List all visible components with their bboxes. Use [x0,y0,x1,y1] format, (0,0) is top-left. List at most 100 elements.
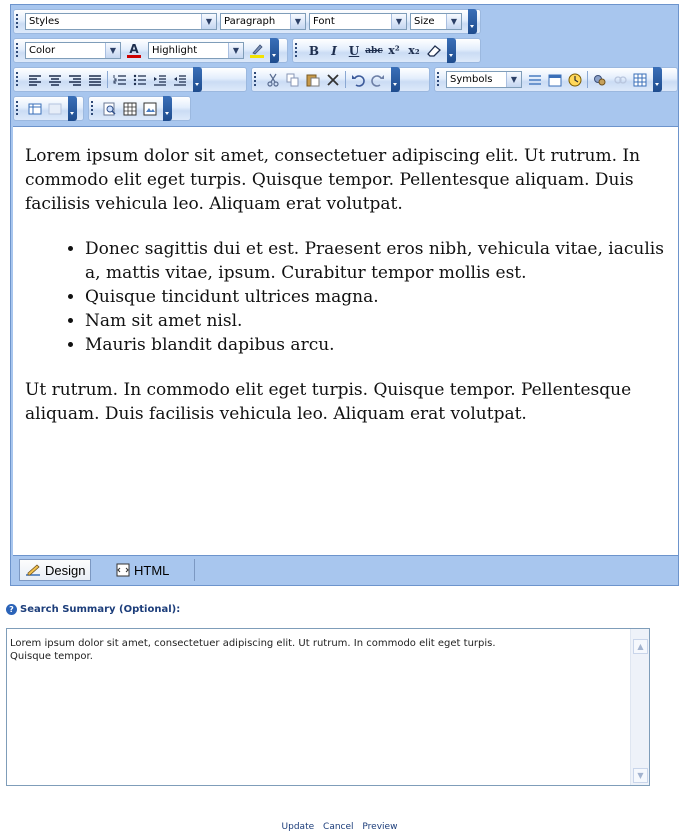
toolbar-grip[interactable] [89,97,96,120]
outdent-icon [174,74,186,86]
update-link[interactable]: Update [282,822,315,832]
undo-button[interactable] [348,70,368,90]
toolbar-options-icon[interactable] [468,9,477,34]
subscript-button[interactable]: x₂ [404,41,424,61]
search-summary-textarea[interactable]: Lorem ipsum dolor sit amet, consectetuer… [6,628,650,786]
styles-dropdown[interactable]: Styles ▼ [25,13,217,30]
toolbar-options-icon[interactable] [68,96,77,121]
toolbar-grip[interactable] [293,39,300,62]
html-page-icon [116,563,130,577]
form-actions: Update Cancel Preview [0,822,679,832]
toolbar-options-icon[interactable] [193,67,202,92]
highlight-swatch [250,55,264,58]
underline-button[interactable]: U [344,41,364,61]
size-dropdown[interactable]: Size ▼ [410,13,462,30]
superscript-button[interactable]: x² [384,41,404,61]
toolbar-grip[interactable] [14,10,21,33]
list-item: Quisque tincidunt ultrices magna. [85,285,666,309]
highlight-button[interactable] [247,41,267,61]
color-dropdown[interactable]: Color ▼ [25,42,121,59]
scroll-up-arrow-icon[interactable]: ▲ [633,639,648,654]
horizontal-rule-button[interactable] [525,70,545,90]
indent-button[interactable] [150,70,170,90]
scissors-icon [267,73,279,87]
search-summary-text[interactable]: Lorem ipsum dolor sit amet, consectetuer… [7,629,629,785]
image-button[interactable] [140,99,160,119]
preview-link[interactable]: Preview [362,822,397,832]
redo-button[interactable] [368,70,388,90]
link-icon [594,74,606,85]
styles-dropdown-label: Styles [29,16,60,27]
font-color-letter: A [129,42,139,56]
align-left-button[interactable] [25,70,45,90]
toolbar-options-icon[interactable] [391,67,400,92]
color-dropdown-label: Color [29,45,56,56]
cell-properties-button[interactable] [45,99,65,119]
cancel-link[interactable]: Cancel [323,822,354,832]
font-color-button[interactable]: A [124,41,144,61]
insert-table-button[interactable] [630,70,650,90]
chevron-down-icon: ▼ [201,14,216,29]
toolbar-strip-tools [88,96,191,121]
form-button[interactable] [120,99,140,119]
delete-button[interactable] [323,70,343,90]
paragraph-dropdown[interactable]: Paragraph ▼ [220,13,306,30]
summary-scrollbar[interactable]: ▲ ▼ [630,629,649,785]
symbols-dropdown[interactable]: Symbols ▼ [446,71,522,88]
tab-design[interactable]: Design [19,559,92,581]
magnifier-page-icon [103,102,116,115]
toolbar-options-icon[interactable] [270,38,279,63]
toolbar-grip[interactable] [14,39,21,62]
justify-button[interactable] [85,70,105,90]
tab-divider [194,559,195,581]
italic-button[interactable]: I [324,41,344,61]
font-dropdown[interactable]: Font ▼ [309,13,407,30]
scroll-down-arrow-icon[interactable]: ▼ [633,768,648,783]
outdent-button[interactable] [170,70,190,90]
highlight-dropdown[interactable]: Highlight ▼ [148,42,244,59]
clear-format-button[interactable] [424,41,444,61]
paste-button[interactable] [303,70,323,90]
toolbar-options-icon[interactable] [447,38,456,63]
copy-button[interactable] [283,70,303,90]
toolbar-grip[interactable] [14,97,21,120]
remove-link-button[interactable] [610,70,630,90]
editor-content-area[interactable]: Lorem ipsum dolor sit amet, consectetuer… [13,126,678,556]
toolbar-options-icon[interactable] [653,67,662,92]
toolbar-strip-clipboard [251,67,430,92]
cut-button[interactable] [263,70,283,90]
hyperlink-button[interactable] [590,70,610,90]
toolbar-separator [345,71,346,88]
insert-date-button[interactable] [545,70,565,90]
align-right-button[interactable] [65,70,85,90]
help-icon[interactable]: ? [6,604,17,615]
bulleted-list-button[interactable] [130,70,150,90]
highlighter-icon [252,44,263,55]
toolbar-strip-text-style: B I U abc x² x₂ [292,38,481,63]
design-pencil-icon [25,563,41,577]
toolbar-options-icon[interactable] [163,96,172,121]
insert-time-button[interactable] [565,70,585,90]
numbered-list-button[interactable] [110,70,130,90]
bold-button[interactable]: B [304,41,324,61]
toolbar-strip-table [13,96,84,121]
toolbar-grip[interactable] [252,68,259,91]
align-center-button[interactable] [45,70,65,90]
list-item: Donec sagittis dui et est. Praesent eros… [85,237,666,285]
strikethrough-button[interactable]: abc [364,41,384,61]
toolbar-strip-colors: Color ▼ A Highlight ▼ [13,38,288,63]
form-icon [123,102,137,115]
toolbar-grip[interactable] [435,68,442,91]
preview-button[interactable] [100,99,120,119]
chevron-down-icon: ▼ [290,14,305,29]
table-properties-button[interactable] [25,99,45,119]
toolbar-strip-formatting-dropdowns: Styles ▼ Paragraph ▼ Font ▼ Size ▼ [13,9,481,34]
search-summary-label-text: Search Summary (Optional): [20,604,181,615]
tab-html[interactable]: HTML [111,559,174,581]
justify-icon [89,74,101,86]
toolbar-grip[interactable] [14,68,21,91]
editor-toolbar: Styles ▼ Paragraph ▼ Font ▼ Size ▼ Color… [11,5,678,126]
align-left-icon [29,74,41,86]
table-properties-icon [28,103,42,114]
chevron-down-icon: ▼ [391,14,406,29]
